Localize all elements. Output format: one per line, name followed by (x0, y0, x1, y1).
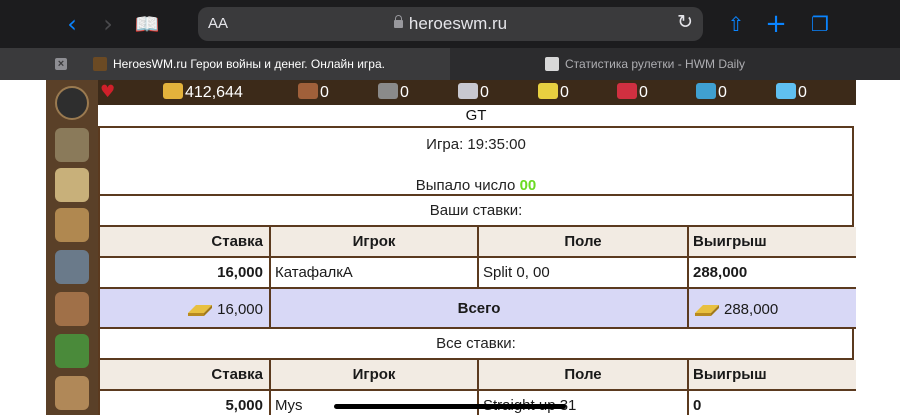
gold-icon (163, 83, 183, 99)
resource-value: 0 (718, 84, 727, 101)
resource-ore: 0 (378, 83, 409, 103)
column-field: Поле (477, 227, 689, 258)
sulfur-icon (538, 83, 558, 99)
column-player: Игрок (269, 360, 479, 391)
result-label: Выпало число (415, 177, 516, 194)
tabs-overview-icon[interactable]: ❐ (806, 10, 834, 38)
resource-diamonds: 0 (776, 83, 807, 103)
tab-heroeswm[interactable]: × HeroesWM.ru Герои войны и денег. Онлай… (0, 48, 450, 80)
back-icon[interactable]: ‹ (58, 10, 86, 38)
column-win: Выигрыш (687, 227, 856, 258)
inventory-bag-icon[interactable] (55, 208, 89, 242)
resource-value: 0 (798, 84, 807, 101)
resource-value: 0 (639, 84, 648, 101)
share-icon[interactable]: ⇧ (722, 10, 750, 38)
table-row: 16,000 КатафалкА Split 0, 00 288,000 (100, 256, 856, 289)
knight-helmet-icon[interactable] (55, 128, 89, 162)
resource-value: 412,644 (185, 84, 243, 101)
resource-value: 0 (480, 84, 489, 101)
bet-player[interactable]: Mys (269, 389, 479, 415)
game-time: Игра: 19:35:00 (426, 136, 526, 153)
tab-bar: × HeroesWM.ru Герои войны и денег. Онлай… (0, 48, 900, 80)
url-text[interactable]: heroeswm.ru (198, 14, 703, 34)
battle-swords-icon[interactable] (55, 250, 89, 284)
close-tab-icon[interactable]: × (55, 58, 67, 70)
total-row: 16,000 Всего 288,000 (100, 287, 856, 329)
roulette-main: GT Игра: 19:35:00 Выпало число 00 Ваши с… (98, 105, 856, 415)
bet-stake: 5,000 (100, 389, 271, 415)
tab-title: Статистика рулетки - HWM Daily (565, 57, 746, 71)
your-bets-table: Ставка Игрок Поле Выигрыш 16,000 Катафал… (100, 227, 856, 329)
column-player: Игрок (269, 227, 479, 258)
chat-icon[interactable] (55, 376, 89, 410)
resource-value: 0 (560, 84, 569, 101)
resource-wood: 0 (298, 83, 329, 103)
all-bets-heading: Все ставки: (100, 329, 852, 360)
tavern-mug-icon[interactable] (55, 292, 89, 326)
page-content: ♥ 412,644 0 0 0 0 0 0 0 GT Игра: 19:35:0… (0, 80, 900, 415)
resource-value: 0 (400, 84, 409, 101)
home-indicator (334, 404, 566, 409)
roulette-panel: Игра: 19:35:00 Выпало число 00 Ваши став… (98, 126, 856, 415)
tab-title: HeroesWM.ru Герои войны и денег. Онлайн … (113, 57, 385, 71)
health-heart-icon: ♥ (100, 82, 116, 102)
resource-sulfur: 0 (538, 83, 569, 103)
mercury-icon (458, 83, 478, 99)
bet-player[interactable]: КатафалкА (269, 256, 479, 289)
gold-bars-icon (695, 304, 719, 316)
crystals-icon (617, 83, 637, 99)
resource-crystals: 0 (617, 83, 648, 103)
lock-icon (393, 15, 403, 28)
bet-field: Straight up 31 (477, 389, 689, 415)
column-field: Поле (477, 360, 689, 391)
resource-gold: 412,644 (163, 83, 243, 103)
tab-roulette-stats[interactable]: Статистика рулетки - HWM Daily (450, 48, 900, 80)
reload-icon[interactable]: ↻ (677, 11, 693, 33)
ore-icon (378, 83, 398, 99)
resource-gems: 0 (696, 83, 727, 103)
browser-toolbar: ‹ › 📖 AA heroeswm.ru ↻ ⇧ + ❐ (0, 0, 900, 48)
total-win: 288,000 (724, 300, 779, 318)
total-label: Всего (269, 287, 689, 329)
heroeswm-favicon-icon (93, 57, 107, 71)
bet-stake: 16,000 (100, 256, 271, 289)
gold-bars-icon (188, 304, 213, 316)
total-win-cell: 288,000 (687, 287, 856, 329)
resource-value: 0 (320, 84, 329, 101)
table-row: 5,000 Mys Straight up 31 0 (100, 389, 856, 415)
url-label: heroeswm.ru (408, 14, 508, 33)
game-sidebar (46, 80, 98, 415)
your-bets-heading: Ваши ставки: (100, 196, 852, 227)
total-stake-cell: 16,000 (100, 287, 271, 329)
menu-icon[interactable] (55, 86, 89, 120)
map-icon[interactable] (55, 168, 89, 202)
column-win: Выигрыш (687, 360, 856, 391)
roulette-icon[interactable] (55, 334, 89, 368)
hwm-daily-favicon-icon (545, 57, 559, 71)
result-number: 00 (519, 177, 537, 194)
resource-mercury: 0 (458, 83, 489, 103)
bookmarks-icon[interactable]: 📖 (133, 10, 161, 38)
bet-field: Split 0, 00 (477, 256, 689, 289)
new-tab-icon[interactable]: + (762, 10, 790, 38)
result-line: Выпало число 00 (100, 177, 852, 194)
table-header-row: Ставка Игрок Поле Выигрыш (100, 360, 856, 391)
gems-icon (696, 83, 716, 99)
diamond-icon (776, 83, 796, 99)
forward-icon[interactable]: › (94, 10, 122, 38)
page-title: GT (98, 105, 854, 126)
bet-win: 288,000 (687, 256, 856, 289)
wood-icon (298, 83, 318, 99)
game-info: Игра: 19:35:00 Выпало число 00 (100, 128, 852, 196)
address-bar[interactable]: AA heroeswm.ru ↻ (198, 7, 703, 41)
total-stake: 16,000 (217, 300, 263, 318)
column-stake: Ставка (100, 360, 271, 391)
bet-win: 0 (687, 389, 856, 415)
table-header-row: Ставка Игрок Поле Выигрыш (100, 227, 856, 258)
column-stake: Ставка (100, 227, 271, 258)
